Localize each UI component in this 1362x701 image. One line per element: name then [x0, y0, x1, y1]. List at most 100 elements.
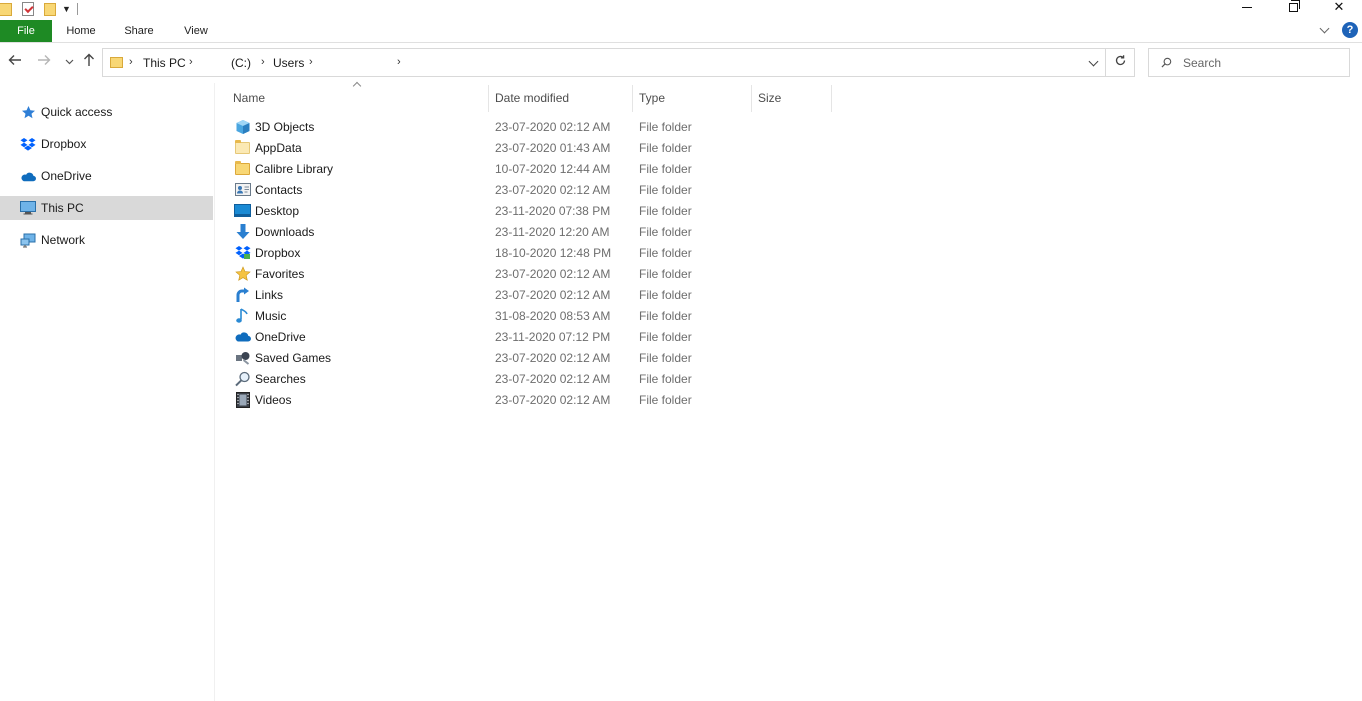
column-header-type[interactable]: Type	[633, 85, 752, 112]
music-icon	[234, 307, 251, 324]
contacts-icon	[234, 181, 251, 198]
tab-home[interactable]: Home	[52, 20, 110, 42]
folder-icon	[0, 2, 12, 16]
file-name: Links	[255, 287, 284, 302]
up-button[interactable]	[80, 53, 98, 73]
search-icon	[1161, 57, 1172, 68]
toolbar-divider	[76, 3, 78, 15]
table-row[interactable]: Saved Games 23-07-2020 02:12 AM File fol…	[216, 347, 856, 368]
file-date: 23-11-2020 07:12 PM	[495, 329, 611, 344]
dropbox-icon	[234, 244, 251, 261]
table-row[interactable]: Searches 23-07-2020 02:12 AM File folder	[216, 368, 856, 389]
file-type: File folder	[639, 308, 692, 323]
file-name: Calibre Library	[255, 161, 334, 176]
table-row[interactable]: Calibre Library 10-07-2020 12:44 AM File…	[216, 158, 856, 179]
column-header-name[interactable]: Name	[227, 85, 489, 112]
file-name: 3D Objects	[255, 119, 315, 134]
network-icon	[20, 232, 36, 248]
file-date: 10-07-2020 12:44 AM	[495, 161, 611, 176]
star-icon	[234, 265, 251, 282]
nav-item-this-pc[interactable]: This PC	[0, 196, 213, 220]
search-input[interactable]	[1183, 52, 1343, 73]
file-date: 23-11-2020 12:20 AM	[495, 224, 610, 239]
table-row[interactable]: Desktop 23-11-2020 07:38 PM File folder	[216, 200, 856, 221]
file-date: 23-07-2020 02:12 AM	[495, 371, 611, 386]
customize-toolbar-chevron-icon[interactable]: ▼	[62, 4, 71, 14]
column-header-date-modified[interactable]: Date modified	[489, 85, 633, 112]
help-button[interactable]: ?	[1342, 22, 1358, 38]
column-header-size[interactable]: Size	[752, 85, 832, 112]
breadcrumb-drive-c[interactable]: (C:)	[231, 56, 251, 70]
file-type: File folder	[639, 371, 692, 386]
file-type: File folder	[639, 329, 692, 344]
file-date: 23-07-2020 02:12 AM	[495, 287, 611, 302]
breadcrumb-separator[interactable]: ›	[309, 56, 313, 68]
table-row[interactable]: OneDrive 23-11-2020 07:12 PM File folder	[216, 326, 856, 347]
navigation-bar: › This PC › (C:) › Users › ›	[0, 43, 1362, 83]
table-row[interactable]: Downloads 23-11-2020 12:20 AM File folde…	[216, 221, 856, 242]
new-folder-icon[interactable]	[44, 2, 56, 16]
file-name: Desktop	[255, 203, 300, 218]
table-row[interactable]: Favorites 23-07-2020 02:12 AM File folde…	[216, 263, 856, 284]
file-type: File folder	[639, 119, 692, 134]
file-type: File folder	[639, 161, 692, 176]
table-row[interactable]: Music 31-08-2020 08:53 AM File folder	[216, 305, 856, 326]
file-date: 23-07-2020 02:12 AM	[495, 392, 611, 407]
nav-item-label: Quick access	[41, 105, 113, 119]
star-icon	[20, 104, 36, 120]
games-icon	[234, 349, 251, 366]
tab-file[interactable]: File	[0, 20, 52, 42]
file-date: 18-10-2020 12:48 PM	[495, 245, 612, 260]
title-bar: ▼ ✕	[0, 0, 1362, 20]
quick-access-toolbar: ▼	[0, 0, 78, 18]
file-type: File folder	[639, 182, 692, 197]
nav-item-onedrive[interactable]: OneDrive	[0, 164, 213, 188]
file-type: File folder	[639, 245, 692, 260]
search-icon	[234, 370, 251, 387]
file-name: Favorites	[255, 266, 305, 281]
breadcrumb-users[interactable]: Users	[273, 56, 304, 70]
breadcrumb-separator[interactable]: ›	[397, 56, 401, 68]
file-date: 23-07-2020 01:43 AM	[495, 140, 611, 155]
close-button[interactable]: ✕	[1316, 0, 1362, 14]
nav-item-network[interactable]: Network	[0, 228, 213, 252]
address-dropdown-icon[interactable]	[1088, 56, 1099, 67]
folder-icon	[234, 160, 251, 177]
recent-locations-button[interactable]	[60, 53, 78, 73]
table-row[interactable]: 3D Objects 23-07-2020 02:12 AM File fold…	[216, 116, 856, 137]
properties-icon[interactable]	[22, 2, 34, 16]
navigation-pane: Quick access Dropbox OneDrive This PC Ne…	[0, 83, 215, 701]
file-date: 23-07-2020 02:12 AM	[495, 350, 611, 365]
tab-view[interactable]: View	[168, 20, 224, 42]
tab-share[interactable]: Share	[110, 20, 168, 42]
breadcrumb-separator[interactable]: ›	[129, 56, 133, 68]
breadcrumb-this-pc[interactable]: This PC	[143, 56, 186, 70]
table-row[interactable]: Contacts 23-07-2020 02:12 AM File folder	[216, 179, 856, 200]
back-button[interactable]	[6, 53, 24, 73]
address-bar[interactable]: › This PC › (C:) › Users › ›	[102, 48, 1106, 77]
forward-button[interactable]	[35, 53, 53, 73]
minimize-button[interactable]	[1224, 0, 1270, 14]
table-row[interactable]: Videos 23-07-2020 02:12 AM File folder	[216, 389, 856, 410]
restore-button[interactable]	[1270, 0, 1316, 14]
file-date: 23-07-2020 02:12 AM	[495, 119, 611, 134]
table-row[interactable]: AppData 23-07-2020 01:43 AM File folder	[216, 137, 856, 158]
file-name: Downloads	[255, 224, 315, 239]
nav-item-quick-access[interactable]: Quick access	[0, 100, 213, 124]
nav-item-label: This PC	[41, 201, 84, 215]
refresh-button[interactable]	[1106, 48, 1135, 77]
computer-icon	[20, 200, 36, 216]
table-row[interactable]: Dropbox 18-10-2020 12:48 PM File folder	[216, 242, 856, 263]
breadcrumb-separator[interactable]: ›	[189, 56, 193, 68]
nav-item-dropbox[interactable]: Dropbox	[0, 132, 213, 156]
chevron-down-icon	[65, 59, 73, 65]
expand-ribbon-chevron-icon[interactable]	[1319, 23, 1330, 34]
arrow-up-icon	[84, 53, 94, 66]
refresh-icon	[1115, 55, 1125, 66]
breadcrumb-separator[interactable]: ›	[261, 56, 265, 68]
table-row[interactable]: Links 23-07-2020 02:12 AM File folder	[216, 284, 856, 305]
file-type: File folder	[639, 140, 692, 155]
file-name: Videos	[255, 392, 292, 407]
nav-item-label: Network	[41, 233, 86, 247]
search-box[interactable]	[1148, 48, 1350, 77]
